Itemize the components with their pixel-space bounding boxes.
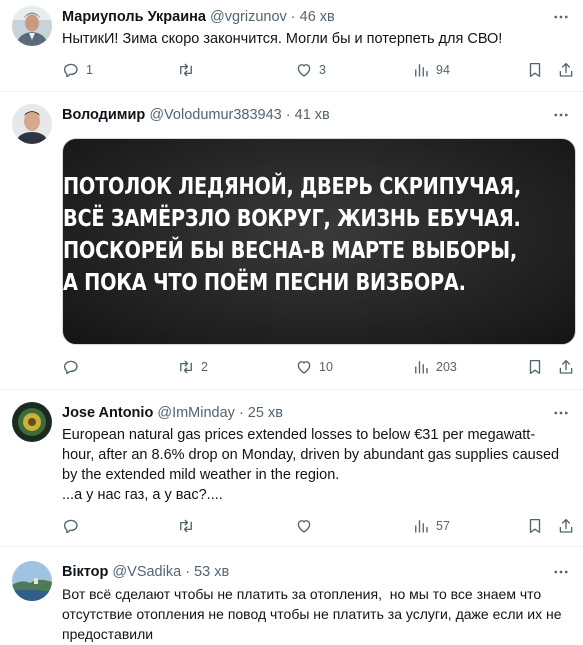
author-name[interactable]: Мариуполь Украина: [62, 9, 206, 25]
retweet-button[interactable]: 2: [177, 356, 208, 378]
share-button[interactable]: [557, 59, 575, 81]
author-name[interactable]: Володимир: [62, 107, 145, 123]
more-icon[interactable]: [551, 105, 571, 125]
avatar[interactable]: [12, 561, 52, 601]
tweet[interactable]: Віктор @VSadika · 53 хв Вот всё сделают …: [0, 547, 583, 645]
views-count: 94: [436, 63, 450, 77]
tweet-header: Мариуполь Украина @vgrizunov · 46 хв: [62, 8, 335, 26]
share-icon: [559, 359, 573, 374]
like-count: 3: [319, 63, 326, 77]
reply-icon: [63, 360, 78, 375]
reply-icon: [63, 63, 78, 78]
retweet-icon: [180, 360, 192, 374]
retweet-button[interactable]: [177, 515, 201, 537]
retweet-button[interactable]: [177, 59, 201, 81]
share-icon: [559, 518, 573, 533]
timestamp[interactable]: · 46 хв: [291, 9, 335, 25]
bookmark-button[interactable]: [526, 356, 544, 378]
author-handle[interactable]: @VSadika: [112, 564, 181, 580]
views-count: 57: [436, 519, 450, 533]
tweet-actions: 2 10 203: [62, 356, 577, 378]
like-button[interactable]: 3: [295, 59, 326, 81]
image-text-line: ПОТОЛОК ЛЕДЯНОЙ, ДВЕРЬ СКРИПУЧАЯ,: [63, 174, 521, 200]
tweet-header: Володимир @Volodumur383943 · 41 хв: [62, 106, 330, 124]
views-button[interactable]: 94: [412, 59, 450, 81]
tweet-text: НытикИ! Зима скоро закончится. Могли бы …: [62, 31, 503, 47]
bookmark-icon: [529, 518, 541, 534]
image-text-line: А ПОКА ЧТО ПОЁМ ПЕСНИ ВИЗБОРА.: [63, 270, 466, 296]
share-icon: [559, 62, 573, 77]
tweet-header: Jose Antonio @ImMinday · 25 хв: [62, 404, 283, 422]
like-icon: [297, 520, 311, 533]
retweet-count: 2: [201, 360, 208, 374]
views-button[interactable]: 57: [412, 515, 450, 537]
views-icon: [415, 64, 428, 77]
tweet-image[interactable]: ПОТОЛОК ЛЕДЯНОЙ, ДВЕРЬ СКРИПУЧАЯ, ВСЁ ЗА…: [62, 138, 576, 345]
like-button[interactable]: [295, 515, 319, 537]
bookmark-icon: [529, 62, 541, 78]
like-button[interactable]: 10: [295, 356, 333, 378]
avatar[interactable]: [12, 104, 52, 144]
like-icon: [297, 361, 311, 374]
like-icon: [297, 64, 311, 77]
more-icon[interactable]: [551, 7, 571, 27]
timestamp[interactable]: · 25 хв: [239, 405, 283, 421]
views-button[interactable]: 203: [412, 356, 457, 378]
retweet-icon: [180, 63, 192, 77]
views-icon: [415, 361, 428, 374]
author-name[interactable]: Віктор: [62, 564, 108, 580]
reply-button[interactable]: [62, 356, 86, 378]
tweet[interactable]: Мариуполь Украина @vgrizunov · 46 хв Ныт…: [0, 0, 583, 92]
more-icon[interactable]: [551, 562, 571, 582]
more-icon[interactable]: [551, 403, 571, 423]
tweet-text: Вот всё сделают чтобы не платить за отоп…: [62, 586, 566, 642]
bookmark-button[interactable]: [526, 59, 544, 81]
like-count: 10: [319, 360, 333, 374]
author-handle[interactable]: @ImMinday: [157, 405, 235, 421]
bookmark-button[interactable]: [526, 515, 544, 537]
timestamp[interactable]: · 53 хв: [185, 564, 229, 580]
author-handle[interactable]: @vgrizunov: [210, 9, 287, 25]
tweet-header: Віктор @VSadika · 53 хв: [62, 563, 229, 581]
reply-button[interactable]: [62, 515, 86, 537]
bookmark-icon: [529, 359, 541, 375]
avatar[interactable]: [12, 402, 52, 442]
retweet-icon: [180, 519, 192, 533]
share-button[interactable]: [557, 515, 575, 537]
reply-button[interactable]: 1: [62, 59, 93, 81]
tweet[interactable]: Jose Antonio @ImMinday · 25 хв European …: [0, 390, 583, 547]
tweet-actions: 57: [62, 515, 577, 537]
image-text-line: ВСЁ ЗАМЁРЗЛО ВОКРУГ, ЖИЗНЬ ЕБУЧАЯ.: [63, 206, 521, 232]
timestamp[interactable]: · 41 хв: [286, 107, 330, 123]
views-icon: [415, 520, 428, 533]
author-name[interactable]: Jose Antonio: [62, 405, 153, 421]
reply-icon: [63, 519, 78, 534]
reply-count: 1: [86, 63, 93, 77]
avatar[interactable]: [12, 6, 52, 46]
image-text-line: ПОСКОРЕЙ БЫ ВЕСНА-В МАРТЕ ВЫБОРЫ,: [63, 238, 517, 264]
tweet-text: European natural gas prices extended los…: [62, 427, 560, 503]
tweet[interactable]: Володимир @Volodumur383943 · 41 хв ПОТОЛ…: [0, 92, 583, 390]
views-count: 203: [436, 360, 457, 374]
author-handle[interactable]: @Volodumur383943: [149, 107, 281, 123]
tweet-actions: 1 3 94: [62, 59, 577, 81]
share-button[interactable]: [557, 356, 575, 378]
